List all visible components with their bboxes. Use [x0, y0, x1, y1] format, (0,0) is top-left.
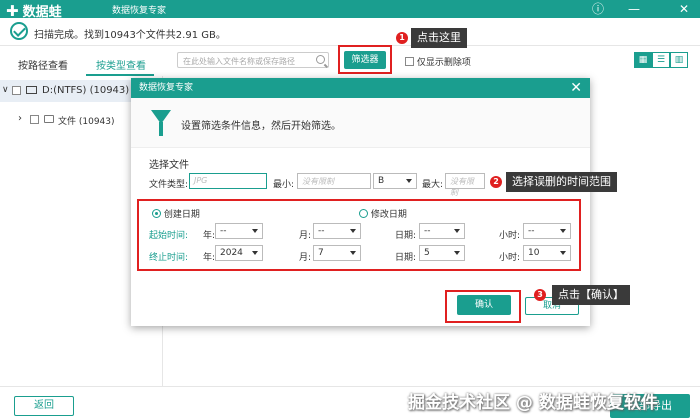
- only-deleted-checkbox[interactable]: [405, 57, 414, 66]
- status-bar: 扫描完成。找到10943个文件共2.91 GB。: [0, 18, 700, 46]
- modified-date-radio[interactable]: [359, 209, 368, 218]
- chevron-down-icon: [252, 229, 258, 233]
- max-size-label: 最大:: [422, 180, 444, 190]
- chevron-down-icon: [454, 251, 460, 255]
- end-year-label: 年:: [203, 253, 216, 263]
- chevron-down-icon: [560, 229, 566, 233]
- max-size-input[interactable]: 没有限制: [445, 173, 485, 197]
- file-type-label: 文件类型:: [149, 180, 189, 190]
- drive-icon: [26, 86, 37, 94]
- start-day-value: --: [424, 226, 431, 236]
- app-subtitle: 数据恢复专家: [112, 6, 167, 16]
- tab-by-path[interactable]: 按路径查看: [18, 57, 68, 72]
- size-unit-value: B: [378, 176, 385, 186]
- start-time-label: 起始时间:: [149, 231, 189, 241]
- modified-date-label: 修改日期: [370, 210, 407, 220]
- select-file-label: 选择文件: [149, 160, 189, 171]
- view-mode-buttons: ▦ ☰ ▥: [634, 52, 688, 68]
- folder-label: 文件 (10943): [58, 117, 115, 127]
- end-month-label: 月:: [299, 253, 312, 263]
- created-date-radio[interactable]: [152, 209, 161, 218]
- chevron-down-icon[interactable]: ∨: [2, 85, 9, 95]
- folder-icon: [44, 115, 54, 123]
- chevron-down-icon: [406, 179, 412, 183]
- scan-complete-icon: [10, 22, 28, 40]
- end-hour-value: 10: [528, 248, 540, 258]
- end-hour-select[interactable]: 10: [523, 245, 571, 261]
- only-deleted-label: 仅显示删除项: [416, 58, 471, 68]
- back-button[interactable]: 返回: [14, 396, 74, 416]
- scan-status-text: 扫描完成。找到10943个文件共2.91 GB。: [34, 30, 226, 41]
- end-month-select[interactable]: 7: [313, 245, 361, 261]
- start-month-label: 月:: [299, 231, 312, 241]
- callout-3: 点击【确认】: [552, 285, 630, 305]
- title-bar: ✚ 数据蛙 数据恢复专家 ⓘ — ✕: [0, 0, 700, 20]
- start-hour-value: --: [528, 226, 535, 236]
- end-day-value: 5: [424, 248, 430, 258]
- end-day-label: 日期:: [395, 253, 417, 263]
- end-year-value: 2024: [220, 248, 243, 258]
- step-badge-3: 3: [534, 289, 546, 301]
- chevron-down-icon: [252, 251, 258, 255]
- start-month-value: --: [318, 226, 325, 236]
- size-unit-select[interactable]: B: [373, 173, 417, 189]
- end-year-select[interactable]: 2024: [215, 245, 263, 261]
- min-size-placeholder: 没有限制: [302, 177, 334, 186]
- max-size-placeholder: 没有限制: [450, 177, 474, 197]
- dialog-heading: 设置筛选条件信息，然后开始筛选。: [181, 121, 341, 132]
- detail-view-icon[interactable]: ▥: [670, 52, 688, 68]
- start-year-select[interactable]: --: [215, 223, 263, 239]
- search-input[interactable]: 在此处输入文件名称或保存路径: [177, 52, 329, 68]
- chevron-right-icon[interactable]: ›: [18, 113, 22, 124]
- list-view-icon[interactable]: ☰: [652, 52, 670, 68]
- minimize-icon[interactable]: —: [624, 0, 644, 18]
- callout-1: 点击这里: [411, 28, 467, 48]
- dialog-close-icon[interactable]: ✕: [570, 78, 582, 98]
- created-date-label: 创建日期: [163, 210, 200, 220]
- watermark: 掘金技术社区 @ 数据蛙恢复软件: [408, 393, 658, 413]
- help-icon[interactable]: ⓘ: [588, 0, 608, 18]
- chevron-down-icon: [350, 251, 356, 255]
- start-month-select[interactable]: --: [313, 223, 361, 239]
- dialog-title: 数据恢复专家: [139, 83, 194, 93]
- drive-label: D:(NTFS) (10943): [42, 85, 130, 96]
- start-year-label: 年:: [203, 231, 216, 241]
- filter-dialog: 数据恢复专家 ✕ 设置筛选条件信息，然后开始筛选。 选择文件 文件类型: JPG…: [131, 78, 590, 326]
- modified-date-option[interactable]: 修改日期: [359, 207, 407, 220]
- min-size-label: 最小:: [273, 180, 295, 190]
- dialog-header: 设置筛选条件信息，然后开始筛选。: [131, 98, 590, 148]
- file-type-placeholder: JPG: [194, 176, 208, 185]
- chevron-down-icon: [560, 251, 566, 255]
- confirm-button[interactable]: 确认: [457, 295, 511, 315]
- drive-checkbox[interactable]: [12, 86, 21, 95]
- logo-plus-icon: ✚: [6, 1, 19, 20]
- step-badge-2: 2: [490, 176, 502, 188]
- created-date-option[interactable]: 创建日期: [152, 207, 200, 220]
- step-badge-1: 1: [396, 32, 408, 44]
- end-day-select[interactable]: 5: [419, 245, 465, 261]
- grid-view-icon[interactable]: ▦: [634, 52, 652, 68]
- close-icon[interactable]: ✕: [674, 0, 694, 18]
- callout-2: 选择误删的时间范围: [506, 172, 617, 192]
- folder-checkbox[interactable]: [30, 115, 39, 124]
- start-year-value: --: [220, 226, 227, 236]
- search-icon[interactable]: [316, 55, 325, 64]
- end-hour-label: 小时:: [499, 253, 521, 263]
- chevron-down-icon: [350, 229, 356, 233]
- tab-by-type[interactable]: 按类型查看: [96, 57, 146, 72]
- min-size-input[interactable]: 没有限制: [297, 173, 371, 189]
- start-hour-label: 小时:: [499, 231, 521, 241]
- search-placeholder: 在此处输入文件名称或保存路径: [183, 57, 295, 66]
- start-hour-select[interactable]: --: [523, 223, 571, 239]
- chevron-down-icon: [454, 229, 460, 233]
- end-time-label: 终止时间:: [149, 253, 189, 263]
- start-day-label: 日期:: [395, 231, 417, 241]
- only-deleted-option[interactable]: 仅显示删除项: [405, 55, 471, 68]
- end-month-value: 7: [318, 248, 324, 258]
- dialog-title-bar: 数据恢复专家 ✕: [131, 78, 590, 98]
- start-day-select[interactable]: --: [419, 223, 465, 239]
- file-type-input[interactable]: JPG: [189, 173, 267, 189]
- funnel-icon: [151, 110, 171, 136]
- filter-button[interactable]: 筛选器: [344, 51, 386, 69]
